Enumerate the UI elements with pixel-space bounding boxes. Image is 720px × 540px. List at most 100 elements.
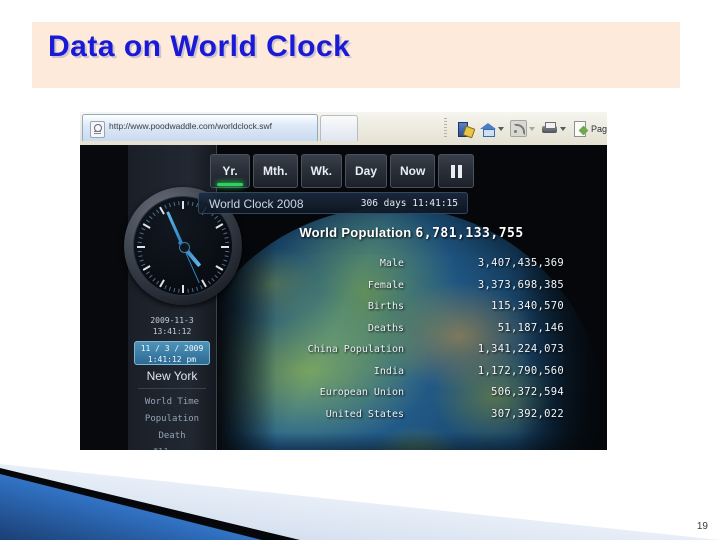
browser-toolbar: http://www.poodwaddle.com/worldclock.swf xyxy=(80,112,607,146)
pause-icon xyxy=(450,164,462,178)
clock-center-cap xyxy=(178,241,190,253)
clock-tick xyxy=(148,215,153,220)
row-label-male: Male xyxy=(379,258,404,269)
clock-tick xyxy=(199,285,203,290)
address-bar[interactable]: http://www.poodwaddle.com/worldclock.swf xyxy=(82,114,318,141)
world-population-value: 6,781,133,755 xyxy=(415,226,524,241)
clock-tick xyxy=(182,201,184,209)
row-label-female: Female xyxy=(367,279,404,291)
slide-footer-decoration xyxy=(0,450,720,540)
favorites-icon xyxy=(456,120,473,137)
table-row: Male 3,407,435,369 xyxy=(216,257,607,279)
clock-tick xyxy=(139,259,144,262)
table-row: United States 307,392,022 xyxy=(216,408,607,430)
row-label-india: India xyxy=(373,365,404,377)
clock-tick xyxy=(155,209,159,214)
clock-tick xyxy=(177,288,180,293)
address-bar-url: http://www.poodwaddle.com/worldclock.swf xyxy=(109,121,272,131)
row-value-china-population: 1,341,224,073 xyxy=(477,343,564,355)
slide-number: 19 xyxy=(696,521,708,532)
sidebar-item-population[interactable]: Population xyxy=(128,411,216,428)
page-menu-button[interactable]: Page xyxy=(570,118,607,140)
printer-icon xyxy=(541,120,558,137)
home-icon xyxy=(479,120,496,137)
toolbar-button-group: Page xyxy=(454,116,607,141)
chevron-down-icon xyxy=(529,126,535,131)
clock-tick xyxy=(137,246,145,248)
clock-tick xyxy=(172,201,175,207)
table-row: China Population 1,341,224,073 xyxy=(216,343,607,365)
row-value-european-union: 506,372,594 xyxy=(491,386,564,398)
tab-year[interactable]: Yr. xyxy=(210,154,250,188)
row-value-births: 115,340,570 xyxy=(491,300,564,312)
row-label-births: Births xyxy=(367,301,404,312)
clock-tick xyxy=(191,201,194,207)
clock-tick xyxy=(159,206,165,215)
row-label-china-population: China Population xyxy=(307,344,404,355)
local-date: 11 / 3 / 2009 xyxy=(140,344,204,353)
toolbar-grip xyxy=(444,118,447,138)
clock-tick xyxy=(191,287,194,293)
clock-tick xyxy=(137,236,143,239)
sidebar-item-world-time[interactable]: World Time xyxy=(128,394,216,411)
tab-now[interactable]: Now xyxy=(390,154,436,188)
clock-tick xyxy=(142,265,151,271)
clock-tick xyxy=(139,232,144,235)
table-row: India 1,172,790,560 xyxy=(216,365,607,387)
clock-tick xyxy=(163,204,167,209)
rss-feed-icon xyxy=(510,120,527,137)
countdown-timer: 306 days 11:41:15 xyxy=(360,198,458,209)
app-left-gutter xyxy=(80,145,128,472)
app-nav-tabs: Yr. Mth. Wk. Day Now xyxy=(210,154,475,188)
table-row: Female 3,373,698,385 xyxy=(216,279,607,301)
print-button[interactable] xyxy=(539,118,568,140)
page-menu-label: Page xyxy=(591,123,607,134)
clock-tick xyxy=(148,274,153,279)
tab-week[interactable]: Wk. xyxy=(300,154,342,188)
home-button[interactable] xyxy=(477,118,506,140)
clock-tick xyxy=(195,286,198,291)
utc-time: 13:41:12 xyxy=(152,327,192,336)
sidebar-divider xyxy=(138,388,206,389)
table-row: Deaths 51,187,146 xyxy=(216,322,607,344)
row-value-united-states: 307,392,022 xyxy=(491,407,564,420)
world-population-label: World Population xyxy=(299,225,412,240)
clock-tick xyxy=(137,241,142,244)
table-row: Births 115,340,570 xyxy=(216,300,607,322)
clock-tick xyxy=(155,280,159,285)
clock-tick xyxy=(201,279,207,288)
world-population-header: World Population 6,781,133,755 xyxy=(216,225,607,241)
table-row: European Union 506,372,594 xyxy=(216,386,607,408)
page-favicon-icon xyxy=(90,121,105,138)
clock-tick xyxy=(216,219,221,223)
row-label-united-states: United States xyxy=(325,408,404,420)
browser-tab-blank[interactable] xyxy=(320,115,358,141)
clock-tick xyxy=(151,212,156,217)
utc-date: 2009-11-3 xyxy=(150,316,194,325)
chevron-down-icon xyxy=(498,126,504,131)
browser-window-screenshot: http://www.poodwaddle.com/worldclock.swf xyxy=(80,112,607,472)
clock-tick xyxy=(207,280,211,285)
clock-tick xyxy=(213,215,218,220)
tab-day[interactable]: Day xyxy=(345,154,388,188)
row-value-india: 1,172,790,560 xyxy=(477,364,564,377)
clock-tick xyxy=(186,288,189,293)
clock-tick xyxy=(140,227,145,231)
row-value-female: 3,373,698,385 xyxy=(477,278,564,291)
tab-month[interactable]: Mth. xyxy=(253,154,298,188)
clock-tick xyxy=(159,279,165,288)
selected-city[interactable]: New York xyxy=(128,369,216,383)
sidebar-item-death[interactable]: Death xyxy=(128,428,216,445)
clock-tick xyxy=(168,203,171,208)
pause-button[interactable] xyxy=(438,154,475,188)
feed-button[interactable] xyxy=(508,118,537,140)
local-time-box[interactable]: 11 / 3 / 2009 1:41:12 pm xyxy=(134,341,210,365)
world-clock-app: 2009-11-3 13:41:12 11 / 3 / 2009 1:41:12… xyxy=(80,145,607,472)
row-label-european-union: European Union xyxy=(319,387,404,398)
favorites-button[interactable] xyxy=(454,118,475,140)
app-title-bar: World Clock 2008 306 days 11:41:15 xyxy=(198,192,468,214)
clock-tick xyxy=(168,286,171,291)
clock-tick xyxy=(145,219,150,223)
clock-tick xyxy=(137,250,142,253)
page-icon xyxy=(572,120,589,137)
